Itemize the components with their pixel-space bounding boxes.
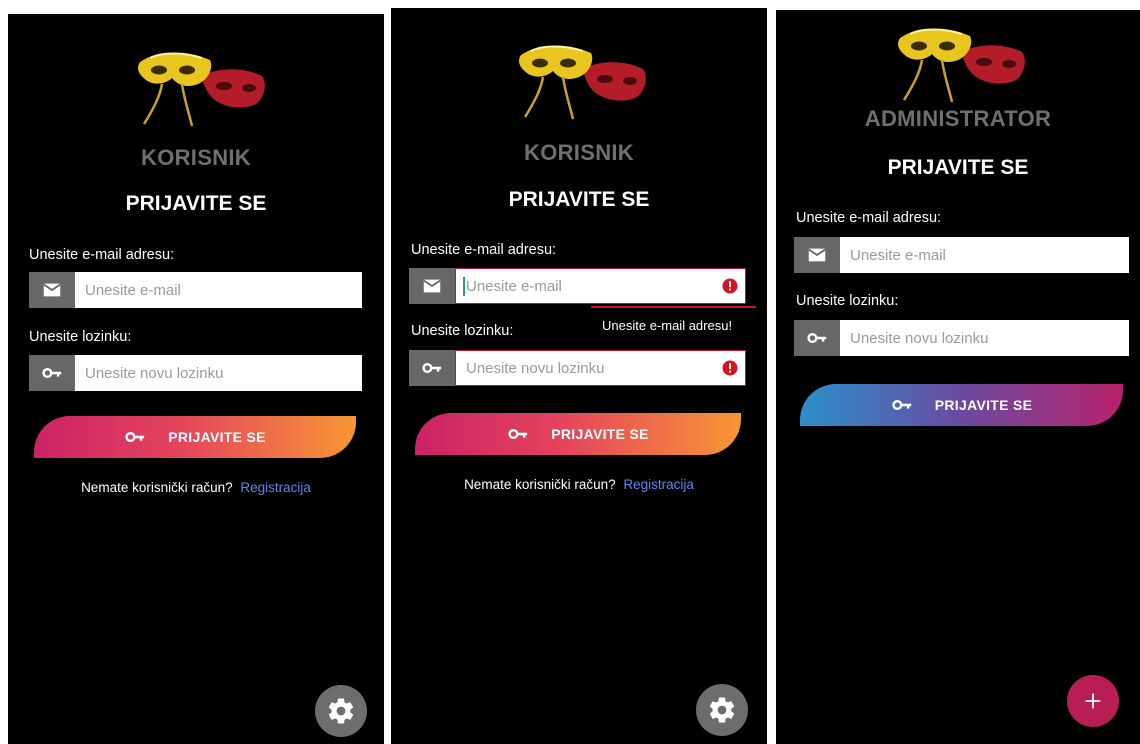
no-account-text: Nemate korisnički račun?	[81, 480, 233, 495]
email-error-message: Unesite e-mail adresu!	[602, 318, 733, 333]
password-field	[794, 320, 1129, 356]
gear-icon	[707, 695, 737, 725]
error-icon	[721, 277, 739, 295]
key-icon	[29, 355, 75, 391]
error-icon	[721, 359, 739, 377]
login-button-label: PRIJAVITE SE	[168, 429, 266, 445]
password-input[interactable]	[75, 355, 362, 391]
key-icon	[409, 350, 455, 386]
login-button[interactable]: PRIJAVITE SE	[34, 416, 356, 458]
login-title: PRIJAVITE SE	[125, 192, 267, 215]
login-button[interactable]: PRIJAVITE SE	[800, 384, 1123, 426]
role-title: KORISNIK	[524, 140, 634, 165]
masks-logo-icon	[892, 22, 1032, 106]
envelope-icon	[29, 272, 75, 308]
key-icon	[891, 394, 913, 416]
register-link[interactable]: Registracija	[623, 477, 694, 492]
login-screen-admin: ADMINISTRATOR PRIJAVITE SE Unesite e-mai…	[776, 10, 1140, 744]
password-input[interactable]	[840, 320, 1129, 356]
password-label: Unesite lozinku:	[796, 293, 899, 309]
key-icon	[507, 423, 529, 445]
settings-fab[interactable]	[315, 685, 367, 737]
email-label: Unesite e-mail adresu:	[29, 247, 175, 263]
register-prompt: Nemate korisnički račun? Registracija	[391, 477, 767, 492]
envelope-icon	[794, 237, 840, 273]
plus-icon	[1085, 693, 1101, 709]
password-label: Unesite lozinku:	[411, 323, 514, 339]
key-icon	[794, 320, 840, 356]
error-tooltip-line	[591, 306, 756, 308]
masks-logo-icon	[513, 39, 653, 123]
masks-logo-icon	[132, 46, 272, 130]
login-screen-user: KORISNIK PRIJAVITE SE Unesite e-mail adr…	[8, 14, 384, 744]
login-button-label: PRIJAVITE SE	[551, 426, 649, 442]
login-button-label: PRIJAVITE SE	[934, 397, 1033, 413]
text-cursor	[463, 277, 465, 296]
email-input[interactable]	[456, 269, 745, 303]
add-fab[interactable]	[1067, 675, 1119, 727]
password-field	[409, 350, 746, 386]
role-title: KORISNIK	[141, 145, 251, 170]
email-field	[29, 272, 362, 308]
gear-icon	[326, 696, 356, 726]
email-label: Unesite e-mail adresu:	[411, 242, 557, 258]
login-title: PRIJAVITE SE	[887, 156, 1029, 179]
login-screen-user-error: KORISNIK PRIJAVITE SE Unesite e-mail adr…	[391, 8, 767, 744]
password-label: Unesite lozinku:	[29, 329, 132, 345]
role-title: ADMINISTRATOR	[864, 106, 1052, 131]
email-field	[409, 268, 746, 304]
login-button[interactable]: PRIJAVITE SE	[415, 413, 741, 455]
login-title: PRIJAVITE SE	[508, 188, 650, 211]
password-field	[29, 355, 362, 391]
register-prompt: Nemate korisnički račun? Registracija	[8, 480, 384, 495]
email-input[interactable]	[840, 237, 1129, 273]
email-label: Unesite e-mail adresu:	[796, 210, 942, 226]
no-account-text: Nemate korisnički račun?	[464, 477, 616, 492]
key-icon	[124, 426, 146, 448]
register-link[interactable]: Registracija	[240, 480, 311, 495]
email-field	[794, 237, 1129, 273]
settings-fab[interactable]	[696, 684, 748, 736]
password-input[interactable]	[456, 351, 745, 385]
envelope-icon	[409, 268, 455, 304]
email-input[interactable]	[75, 272, 362, 308]
